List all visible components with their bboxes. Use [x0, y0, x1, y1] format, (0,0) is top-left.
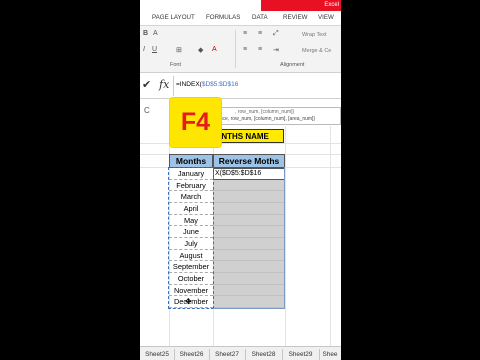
insert-function-icon[interactable]: fx — [159, 78, 169, 91]
alignment-group-label: Alignment — [280, 62, 305, 68]
formula-range-ref: $D$5:$D$16 — [201, 81, 239, 88]
align-middle-icon[interactable]: ≡ — [258, 30, 262, 37]
enter-check-icon[interactable]: ✔ — [142, 78, 151, 91]
reverse-months-header-cell[interactable]: Reverse Moths — [213, 154, 285, 168]
wrap-text-button[interactable]: Wrap Text — [302, 32, 327, 38]
column-header-c[interactable]: C — [144, 106, 150, 115]
f4-key-overlay: F4 — [170, 98, 221, 147]
underline-icon[interactable]: U — [152, 46, 157, 53]
font-color-icon[interactable]: A — [212, 46, 217, 53]
mouse-cursor-icon: ✥ — [185, 297, 192, 306]
formula-prefix: =INDEX( — [176, 81, 202, 88]
tab-view[interactable]: VIEW — [318, 14, 334, 21]
grid-line — [330, 126, 331, 346]
sheet-tab-bar: Sheet25 Sheet26 Sheet27 Sheet28 Sheet29 … — [140, 346, 341, 360]
tooltip-syntax-line1: , row_num, [column_num]) — [235, 109, 295, 115]
excel-window: Excel PAGE LAYOUT FORMULAS DATA REVIEW V… — [140, 0, 341, 360]
merge-center-button[interactable]: Merge & Ce — [302, 48, 331, 54]
tooltip-syntax-line2: ence, row_num, [column_num], [area_num]) — [217, 116, 316, 122]
font-group-label: Font — [170, 62, 182, 68]
align-top-icon[interactable]: ≡ — [243, 30, 247, 37]
ribbon: B A I U ⊞ ◆ A ≡ ≡ ⤢ ≡ ≡ ⇥ Wrap Text Merg… — [140, 26, 341, 73]
fill-color-icon[interactable]: ◆ — [198, 46, 203, 54]
borders-icon[interactable]: ⊞ — [176, 46, 182, 54]
align-center-icon[interactable]: ≡ — [258, 46, 262, 53]
sheet-tab[interactable]: Sheet26 — [174, 349, 210, 360]
orientation-icon[interactable]: ⤢ — [273, 30, 279, 38]
ribbon-tab-bar: PAGE LAYOUT FORMULAS DATA REVIEW VIEW — [140, 12, 341, 26]
ribbon-divider — [235, 30, 236, 68]
tab-data[interactable]: DATA — [252, 14, 268, 21]
italic-icon[interactable]: I — [143, 46, 145, 53]
align-left-icon[interactable]: ≡ — [243, 46, 247, 53]
sheet-tab[interactable]: Sheet29 — [282, 349, 320, 360]
formula-input[interactable]: =INDEX($D$5:$D$16 — [176, 81, 238, 88]
months-header-cell[interactable]: Months — [169, 154, 213, 168]
tab-review[interactable]: REVIEW — [283, 14, 307, 21]
title-bar: Excel — [140, 0, 341, 12]
sheet-tab[interactable]: Sheet28 — [245, 349, 283, 360]
selected-range-marquee — [168, 167, 214, 309]
indent-icon[interactable]: ⇥ — [273, 46, 279, 54]
sheet-tab[interactable]: Sheet27 — [209, 349, 246, 360]
bold-icon[interactable]: B — [143, 30, 148, 37]
app-name: Excel — [261, 0, 341, 11]
font-size-icon[interactable]: A — [153, 30, 158, 37]
grid-line — [285, 126, 286, 346]
tab-page-layout[interactable]: PAGE LAYOUT — [152, 14, 195, 21]
formula-bar: ✔ fx =INDEX($D$5:$D$16 — [140, 74, 341, 99]
sheet-tab[interactable]: Shee — [319, 349, 341, 360]
formula-bar-divider — [173, 76, 174, 96]
tab-formulas[interactable]: FORMULAS — [206, 14, 240, 21]
sheet-tab[interactable]: Sheet25 — [140, 349, 175, 360]
output-range-border — [213, 167, 285, 309]
